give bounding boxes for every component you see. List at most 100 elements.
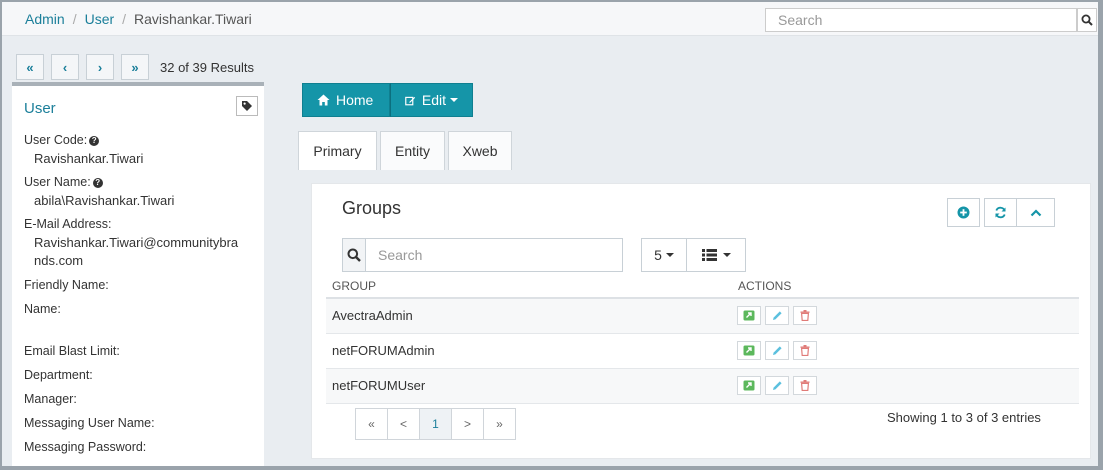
pencil-icon	[772, 346, 782, 355]
search-addon	[342, 238, 366, 272]
breadcrumb-separator: /	[122, 11, 127, 27]
tab-primary[interactable]: Primary	[298, 131, 377, 170]
refresh-icon	[995, 206, 1006, 219]
trash-icon	[800, 345, 810, 356]
messaging-user-name-label: Messaging User Name:	[24, 416, 155, 430]
manager-label: Manager:	[24, 392, 77, 406]
first-record-button[interactable]: «	[16, 54, 44, 80]
table-options: 5	[641, 238, 746, 272]
collapse-button[interactable]	[1017, 198, 1055, 227]
chevron-down-icon	[722, 253, 731, 257]
user-code-label: User Code:?	[24, 133, 100, 147]
messaging-password-label: Messaging Password:	[24, 440, 147, 454]
group-name: netFORUMAdmin	[332, 343, 435, 358]
breadcrumb-user[interactable]: User	[85, 11, 115, 27]
panel-title: Groups	[342, 198, 402, 218]
prev-record-button[interactable]: ‹	[51, 54, 79, 80]
column-header-actions: ACTIONS	[738, 279, 792, 293]
edit-row-button[interactable]	[765, 376, 789, 395]
home-icon	[317, 94, 330, 106]
user-sidebar: User User Code:? Ravishankar.Tiwari User…	[12, 82, 264, 466]
tab-xweb[interactable]: Xweb	[448, 131, 512, 170]
next-record-button[interactable]: ›	[86, 54, 114, 80]
pencil-icon	[772, 381, 782, 390]
tag-icon	[242, 101, 252, 111]
column-toggle-button[interactable]	[687, 238, 746, 272]
user-code-value: Ravishankar.Tiwari	[34, 151, 144, 166]
edit-icon	[405, 96, 416, 105]
user-name-label: User Name:?	[24, 175, 103, 189]
page-next-button[interactable]: >	[451, 408, 484, 440]
breadcrumb-separator: /	[72, 11, 77, 27]
user-name-label-text: User Name:	[24, 175, 91, 189]
tag-button[interactable]	[236, 96, 258, 116]
page-size-value: 5	[654, 247, 662, 263]
delete-row-button[interactable]	[793, 376, 817, 395]
edit-row-button[interactable]	[765, 306, 789, 325]
row-actions	[737, 376, 821, 395]
column-header-group: GROUP	[332, 279, 377, 293]
table-row[interactable]: netFORUMAdmin	[326, 334, 1079, 369]
row-actions	[737, 306, 821, 325]
user-name-value: abila\Ravishankar.Tiwari	[34, 193, 175, 208]
last-record-button[interactable]: »	[121, 54, 149, 80]
chevron-down-icon	[450, 98, 458, 102]
help-icon[interactable]: ?	[89, 136, 100, 146]
delete-row-button[interactable]	[793, 341, 817, 360]
add-group-button[interactable]	[947, 198, 980, 227]
home-button-label: Home	[336, 92, 374, 108]
breadcrumb-current: Ravishankar.Tiwari	[134, 11, 252, 27]
user-code-label-text: User Code:	[24, 133, 88, 147]
chevron-up-icon	[1030, 209, 1041, 217]
results-count: 32 of 39 Results	[160, 59, 254, 75]
home-button[interactable]: Home	[302, 83, 390, 117]
email-blast-limit-label: Email Blast Limit:	[24, 344, 120, 358]
external-link-icon	[743, 380, 755, 391]
top-search-button[interactable]	[1077, 8, 1097, 32]
chevron-down-icon	[665, 253, 674, 257]
edit-button-label: Edit	[421, 92, 446, 108]
page-last-button[interactable]: »	[483, 408, 516, 440]
breadcrumb-admin[interactable]: Admin	[25, 11, 65, 27]
trash-icon	[800, 310, 810, 321]
groups-search	[342, 238, 623, 272]
refresh-button[interactable]	[984, 198, 1017, 227]
email-label: E-Mail Address:	[24, 217, 112, 231]
page-first-button[interactable]: «	[355, 408, 388, 440]
department-label: Department:	[24, 368, 93, 382]
external-link-icon	[743, 310, 755, 321]
goto-button[interactable]	[737, 376, 761, 395]
group-name: AvectraAdmin	[332, 308, 413, 323]
email-value-continued: nds.com	[34, 253, 84, 268]
name-label: Name:	[24, 302, 61, 316]
detail-tabs: Primary Entity Xweb	[298, 131, 515, 170]
page-prev-button[interactable]: <	[387, 408, 420, 440]
table-pagination: « < 1 > »	[355, 408, 516, 440]
page-size-select[interactable]: 5	[641, 238, 687, 272]
plus-circle-icon	[957, 206, 970, 219]
goto-button[interactable]	[737, 341, 761, 360]
edit-button[interactable]: Edit	[390, 83, 473, 117]
search-icon	[1081, 14, 1093, 26]
groups-panel: Groups 5	[311, 183, 1091, 459]
search-icon	[347, 248, 361, 262]
delete-row-button[interactable]	[793, 306, 817, 325]
tab-entity[interactable]: Entity	[380, 131, 445, 170]
pencil-icon	[772, 311, 782, 320]
top-search-input[interactable]	[765, 8, 1077, 32]
table-row[interactable]: netFORUMUser	[326, 369, 1079, 404]
breadcrumb: Admin / User / Ravishankar.Tiwari	[25, 11, 252, 27]
table-row[interactable]: AvectraAdmin	[326, 299, 1079, 334]
row-actions	[737, 341, 821, 360]
edit-row-button[interactable]	[765, 341, 789, 360]
groups-search-input[interactable]	[366, 238, 623, 272]
panel-actions	[947, 198, 1055, 227]
trash-icon	[800, 380, 810, 391]
entries-info: Showing 1 to 3 of 3 entries	[887, 410, 1041, 425]
sidebar-title: User	[24, 100, 56, 117]
page-1-button[interactable]: 1	[419, 408, 452, 440]
goto-button[interactable]	[737, 306, 761, 325]
external-link-icon	[743, 345, 755, 356]
record-toolbar: Home Edit	[302, 83, 473, 117]
help-icon[interactable]: ?	[92, 178, 103, 188]
